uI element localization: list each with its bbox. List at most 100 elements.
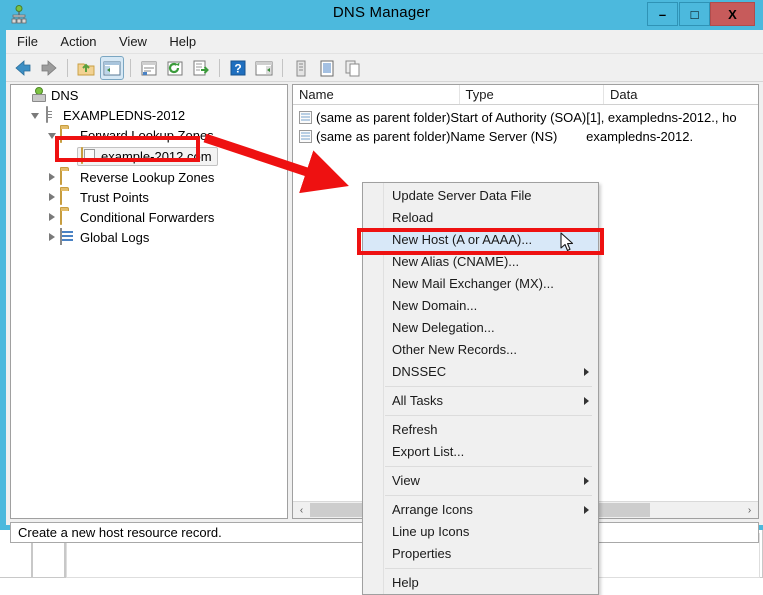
logs-icon: [60, 229, 76, 245]
show-hide-console-tree-icon[interactable]: [101, 57, 123, 79]
show-hide-action-pane-icon[interactable]: [253, 57, 275, 79]
tree-node-label: DNS: [51, 87, 78, 103]
menu-bar: File Action View Help: [6, 30, 763, 54]
menu-item-label: View: [392, 473, 420, 488]
menu-item-new-delegation[interactable]: New Delegation...: [363, 317, 598, 339]
menu-item-all-tasks[interactable]: All Tasks: [363, 390, 598, 412]
menu-item-reload[interactable]: Reload: [363, 207, 598, 229]
menubar-view[interactable]: View: [110, 30, 156, 52]
dns-root-icon: [31, 87, 47, 103]
tree-expander-none: [63, 149, 77, 163]
tree-node-label: Global Logs: [80, 229, 149, 245]
menubar-file[interactable]: File: [8, 30, 47, 52]
record-type-cell: Start of Authority (SOA): [450, 110, 586, 125]
list-view-icon[interactable]: [316, 57, 338, 79]
record-type-cell: Name Server (NS): [450, 129, 586, 144]
svg-text:?: ?: [234, 61, 241, 75]
tree-node-exampledns-2012[interactable]: EXAMPLEDNS-2012: [11, 105, 287, 125]
tree-node-global-logs[interactable]: Global Logs: [11, 227, 287, 247]
toolbar: ?: [6, 54, 763, 82]
menu-item-update-server-data-file[interactable]: Update Server Data File: [363, 185, 598, 207]
toolbar-separator-2: [130, 59, 131, 77]
tree-expander-expanded[interactable]: [29, 108, 43, 122]
tree-node-label: Forward Lookup Zones: [80, 127, 214, 143]
list-column-headers: Name Type Data: [293, 85, 758, 105]
tree-node-label: EXAMPLEDNS-2012: [63, 107, 185, 123]
back-icon[interactable]: [12, 57, 34, 79]
table-row[interactable]: (same as parent folder) Name Server (NS)…: [293, 127, 758, 146]
tree-expander-collapsed[interactable]: [46, 170, 60, 184]
menu-item-label: DNSSEC: [392, 364, 446, 379]
menubar-help[interactable]: Help: [160, 30, 205, 52]
tree-expander-none: [17, 88, 31, 102]
tree-expander-collapsed[interactable]: [46, 210, 60, 224]
menu-separator: [385, 466, 592, 467]
menu-separator: [385, 568, 592, 569]
menu-item-other-new-records[interactable]: Other New Records...: [363, 339, 598, 361]
folder-icon: [60, 127, 76, 143]
menu-item-refresh[interactable]: Refresh: [363, 419, 598, 441]
chevron-right-icon: [584, 368, 589, 376]
toolbar-separator-3: [219, 59, 220, 77]
menu-separator: [385, 415, 592, 416]
forward-icon[interactable]: [38, 57, 60, 79]
toolbar-separator-1: [67, 59, 68, 77]
up-one-level-icon[interactable]: [75, 57, 97, 79]
record-data-cell: exampledns-2012.: [586, 129, 758, 144]
chevron-right-icon: [584, 506, 589, 514]
refresh-icon[interactable]: [164, 57, 186, 79]
tree-node-label: Trust Points: [80, 189, 149, 205]
menu-item-properties[interactable]: Properties: [363, 543, 598, 565]
folder-icon: [60, 209, 76, 225]
maximize-button[interactable]: □: [679, 2, 710, 26]
column-header-type[interactable]: Type: [460, 85, 604, 104]
menu-item-new-alias[interactable]: New Alias (CNAME)...: [363, 251, 598, 273]
tree-node-label: Conditional Forwarders: [80, 209, 214, 225]
server-view-icon[interactable]: [290, 57, 312, 79]
tree-expander-expanded[interactable]: [46, 128, 60, 142]
menu-item-label: Arrange Icons: [392, 502, 473, 517]
copy-icon[interactable]: [342, 57, 364, 79]
help-icon[interactable]: ?: [227, 57, 249, 79]
mouse-cursor-icon: [560, 232, 574, 252]
record-name-text: (same as parent folder): [316, 110, 450, 125]
menu-item-view[interactable]: View: [363, 470, 598, 492]
minimize-button[interactable]: –: [647, 2, 678, 26]
menu-item-help[interactable]: Help: [363, 572, 598, 594]
menu-item-new-domain[interactable]: New Domain...: [363, 295, 598, 317]
table-row[interactable]: (same as parent folder) Start of Authori…: [293, 108, 758, 127]
scroll-right-button[interactable]: ›: [741, 502, 758, 518]
toolbar-separator-4: [282, 59, 283, 77]
menu-item-arrange-icons[interactable]: Arrange Icons: [363, 499, 598, 521]
menu-item-new-mail-exchanger[interactable]: New Mail Exchanger (MX)...: [363, 273, 598, 295]
annotation-red-arrow: [195, 130, 355, 200]
column-header-name[interactable]: Name: [293, 85, 460, 104]
column-header-data[interactable]: Data: [604, 85, 758, 104]
menu-item-export-list[interactable]: Export List...: [363, 441, 598, 463]
scroll-left-button[interactable]: ‹: [293, 502, 310, 518]
server-icon: [43, 107, 59, 123]
menu-separator: [385, 386, 592, 387]
dns-record-icon: [299, 111, 312, 124]
zone-icon: [81, 148, 97, 164]
record-data-cell: [1], exampledns-2012., ho: [586, 110, 758, 125]
folder-icon: [60, 189, 76, 205]
desktop-background: DNS Manager – □ X File Action View Help: [0, 0, 763, 577]
chevron-right-icon: [584, 397, 589, 405]
menu-item-dnssec[interactable]: DNSSEC: [363, 361, 598, 383]
tree-node-dns[interactable]: DNS: [11, 85, 287, 105]
tree-node-conditional-forwarders[interactable]: Conditional Forwarders: [11, 207, 287, 227]
menu-separator: [385, 495, 592, 496]
record-name-cell: (same as parent folder): [293, 110, 450, 125]
export-list-icon[interactable]: [190, 57, 212, 79]
folder-icon: [60, 169, 76, 185]
close-button[interactable]: X: [710, 2, 755, 26]
menu-item-line-up-icons[interactable]: Line up Icons: [363, 521, 598, 543]
title-bar: DNS Manager – □ X: [0, 0, 763, 30]
tree-expander-collapsed[interactable]: [46, 230, 60, 244]
chevron-right-icon: [584, 477, 589, 485]
menu-item-label: All Tasks: [392, 393, 443, 408]
properties-icon[interactable]: [138, 57, 160, 79]
tree-expander-collapsed[interactable]: [46, 190, 60, 204]
menubar-action[interactable]: Action: [51, 30, 105, 52]
